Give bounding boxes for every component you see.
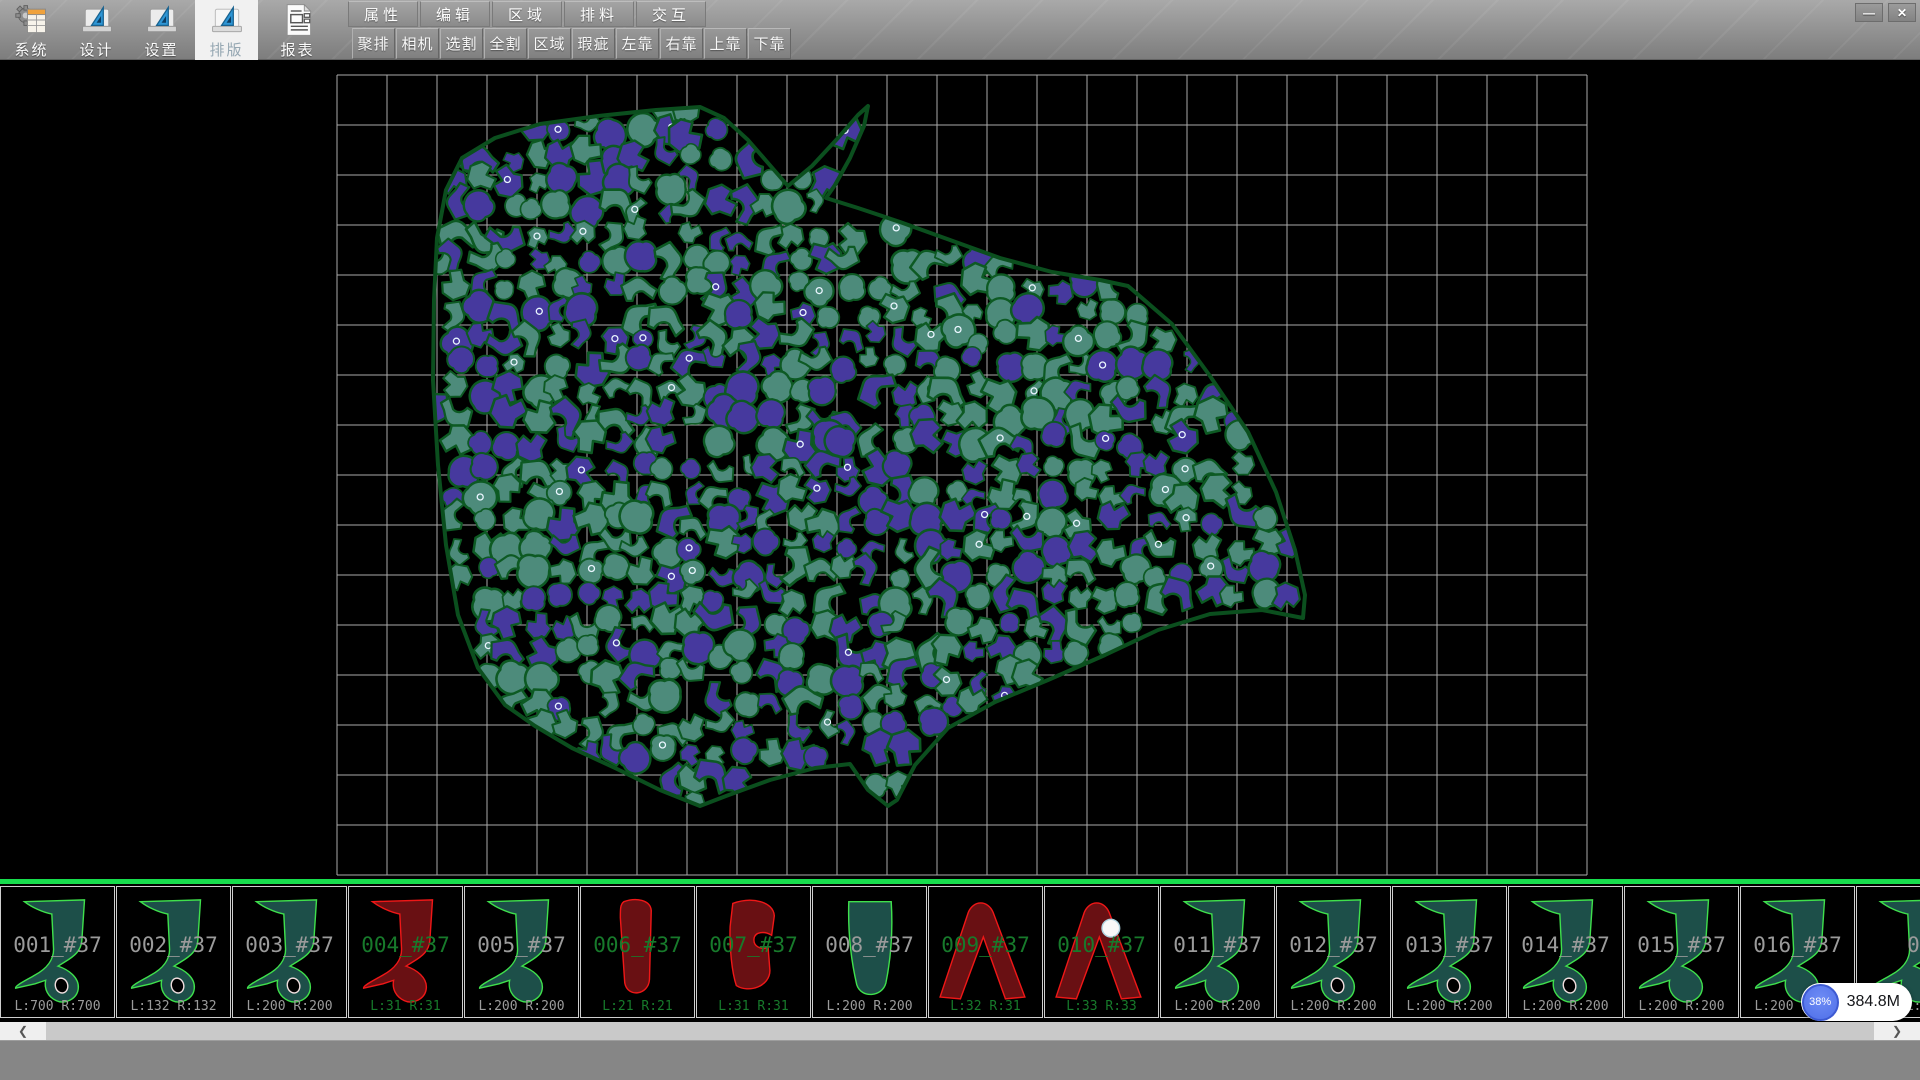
tool-cut-all[interactable]: 全割: [484, 28, 527, 59]
top-toolbar: 系统 设计: [0, 0, 1920, 60]
piece-shape-graphic: [121, 889, 227, 1015]
piece-shape-graphic: [1281, 889, 1387, 1015]
nesting-canvas-svg: [0, 60, 1920, 879]
piece-thumbnail[interactable]: 006_#37 L:21 R:21: [580, 886, 695, 1018]
piece-thumbnail[interactable]: 003_#37 L:200 R:200: [232, 886, 347, 1018]
layout-ruler-icon: [207, 2, 247, 38]
piece-shape-graphic: [817, 889, 923, 1015]
menu-interactive[interactable]: 交互: [636, 1, 706, 27]
tool-region[interactable]: 区域: [528, 28, 571, 59]
piece-shape-graphic: [1397, 889, 1503, 1015]
tab-settings-label: 设置: [144, 39, 178, 60]
piece-shape-graphic: [1629, 889, 1735, 1015]
tool-align-left[interactable]: 左靠: [616, 28, 659, 59]
piece-shape-graphic: [353, 889, 459, 1015]
piece-shape-graphic: [585, 889, 691, 1015]
tab-design-label: 设计: [79, 39, 113, 60]
piece-shape-graphic: [237, 889, 343, 1015]
settings-ruler-icon: [142, 2, 182, 38]
memory-value-label: 384.8M: [1847, 993, 1900, 1011]
tool-defect[interactable]: 瑕疵: [572, 28, 615, 59]
piece-thumbnail[interactable]: 005_#37 L:200 R:200: [464, 886, 579, 1018]
piece-thumbnail[interactable]: 012_#37 L:200 R:200: [1276, 886, 1391, 1018]
main-tab-bar: 系统 设计: [0, 0, 329, 60]
tab-system[interactable]: 系统: [0, 0, 63, 60]
piece-shape-graphic: [701, 889, 807, 1015]
tab-design[interactable]: 设计: [65, 0, 128, 60]
piece-thumbnail[interactable]: 015_#37 L:200 R:200: [1624, 886, 1739, 1018]
piece-thumbnail[interactable]: 002_#37 L:132 R:132: [116, 886, 231, 1018]
menu-bar: 属性 编辑 区域 排料 交互: [348, 1, 708, 27]
piece-thumbnail-strip: 001_#37 L:700 R:700 002_#37 L:132 R:132 …: [0, 884, 1920, 1022]
close-button[interactable]: ✕: [1888, 3, 1916, 22]
tool-camera[interactable]: 相机: [396, 28, 439, 59]
window-controls: — ✕: [1855, 3, 1916, 22]
system-gear-icon: [12, 2, 52, 38]
minimize-button[interactable]: —: [1855, 3, 1883, 22]
tool-cluster-nest[interactable]: 聚排: [352, 28, 395, 59]
memory-usage-badge[interactable]: 38% 384.8M: [1801, 983, 1912, 1021]
piece-shape-graphic: [5, 889, 111, 1015]
piece-shape-graphic: [1049, 889, 1155, 1015]
piece-thumbnail[interactable]: 009_#37 L:32 R:31: [928, 886, 1043, 1018]
tool-align-top[interactable]: 上靠: [704, 28, 747, 59]
tab-system-label: 系统: [14, 39, 48, 60]
tool-select-cut[interactable]: 选割: [440, 28, 483, 59]
piece-thumbnail[interactable]: 011_#37 L:200 R:200: [1160, 886, 1275, 1018]
tab-report-label: 报表: [280, 39, 314, 60]
report-doc-icon: [278, 2, 318, 38]
nesting-app-window: 系统 设计: [0, 0, 1920, 1080]
scroll-left-button[interactable]: ❮: [0, 1022, 46, 1040]
menu-edit[interactable]: 编辑: [420, 1, 490, 27]
piece-thumbnail[interactable]: 008_#37 L:200 R:200: [812, 886, 927, 1018]
piece-thumbnail[interactable]: 001_#37 L:700 R:700: [0, 886, 115, 1018]
nesting-canvas[interactable]: [0, 60, 1920, 879]
piece-shape-graphic: [1165, 889, 1271, 1015]
tool-bar: 聚排 相机 选割 全割 区域 瑕疵 左靠 右靠 上靠 下靠: [352, 28, 792, 59]
scroll-right-button[interactable]: ❯: [1874, 1022, 1920, 1040]
tool-align-bottom[interactable]: 下靠: [748, 28, 791, 59]
status-bar: [0, 1040, 1920, 1080]
piece-thumbnail[interactable]: 007_#37 L:31 R:31: [696, 886, 811, 1018]
tool-align-right[interactable]: 右靠: [660, 28, 703, 59]
piece-thumbnail[interactable]: 010_#37 L:33 R:33: [1044, 886, 1159, 1018]
piece-thumbnail[interactable]: 013_#37 L:200 R:200: [1392, 886, 1507, 1018]
tab-layout-label: 排版: [209, 39, 243, 60]
tab-layout[interactable]: 排版: [195, 0, 258, 60]
tab-settings[interactable]: 设置: [130, 0, 193, 60]
piece-thumbnail[interactable]: 014_#37 L:200 R:200: [1508, 886, 1623, 1018]
menu-properties[interactable]: 属性: [348, 1, 418, 27]
design-ruler-icon: [77, 2, 117, 38]
piece-shape-graphic: [469, 889, 575, 1015]
piece-shape-graphic: [933, 889, 1039, 1015]
piece-thumbnail[interactable]: 004_#37 L:31 R:31: [348, 886, 463, 1018]
menu-region[interactable]: 区域: [492, 1, 562, 27]
tab-report[interactable]: 报表: [266, 0, 329, 60]
piece-shape-graphic: [1513, 889, 1619, 1015]
memory-percent-circle: 38%: [1802, 984, 1839, 1021]
strip-scrollbar[interactable]: ❮ ❯: [0, 1022, 1920, 1040]
menu-nesting[interactable]: 排料: [564, 1, 634, 27]
